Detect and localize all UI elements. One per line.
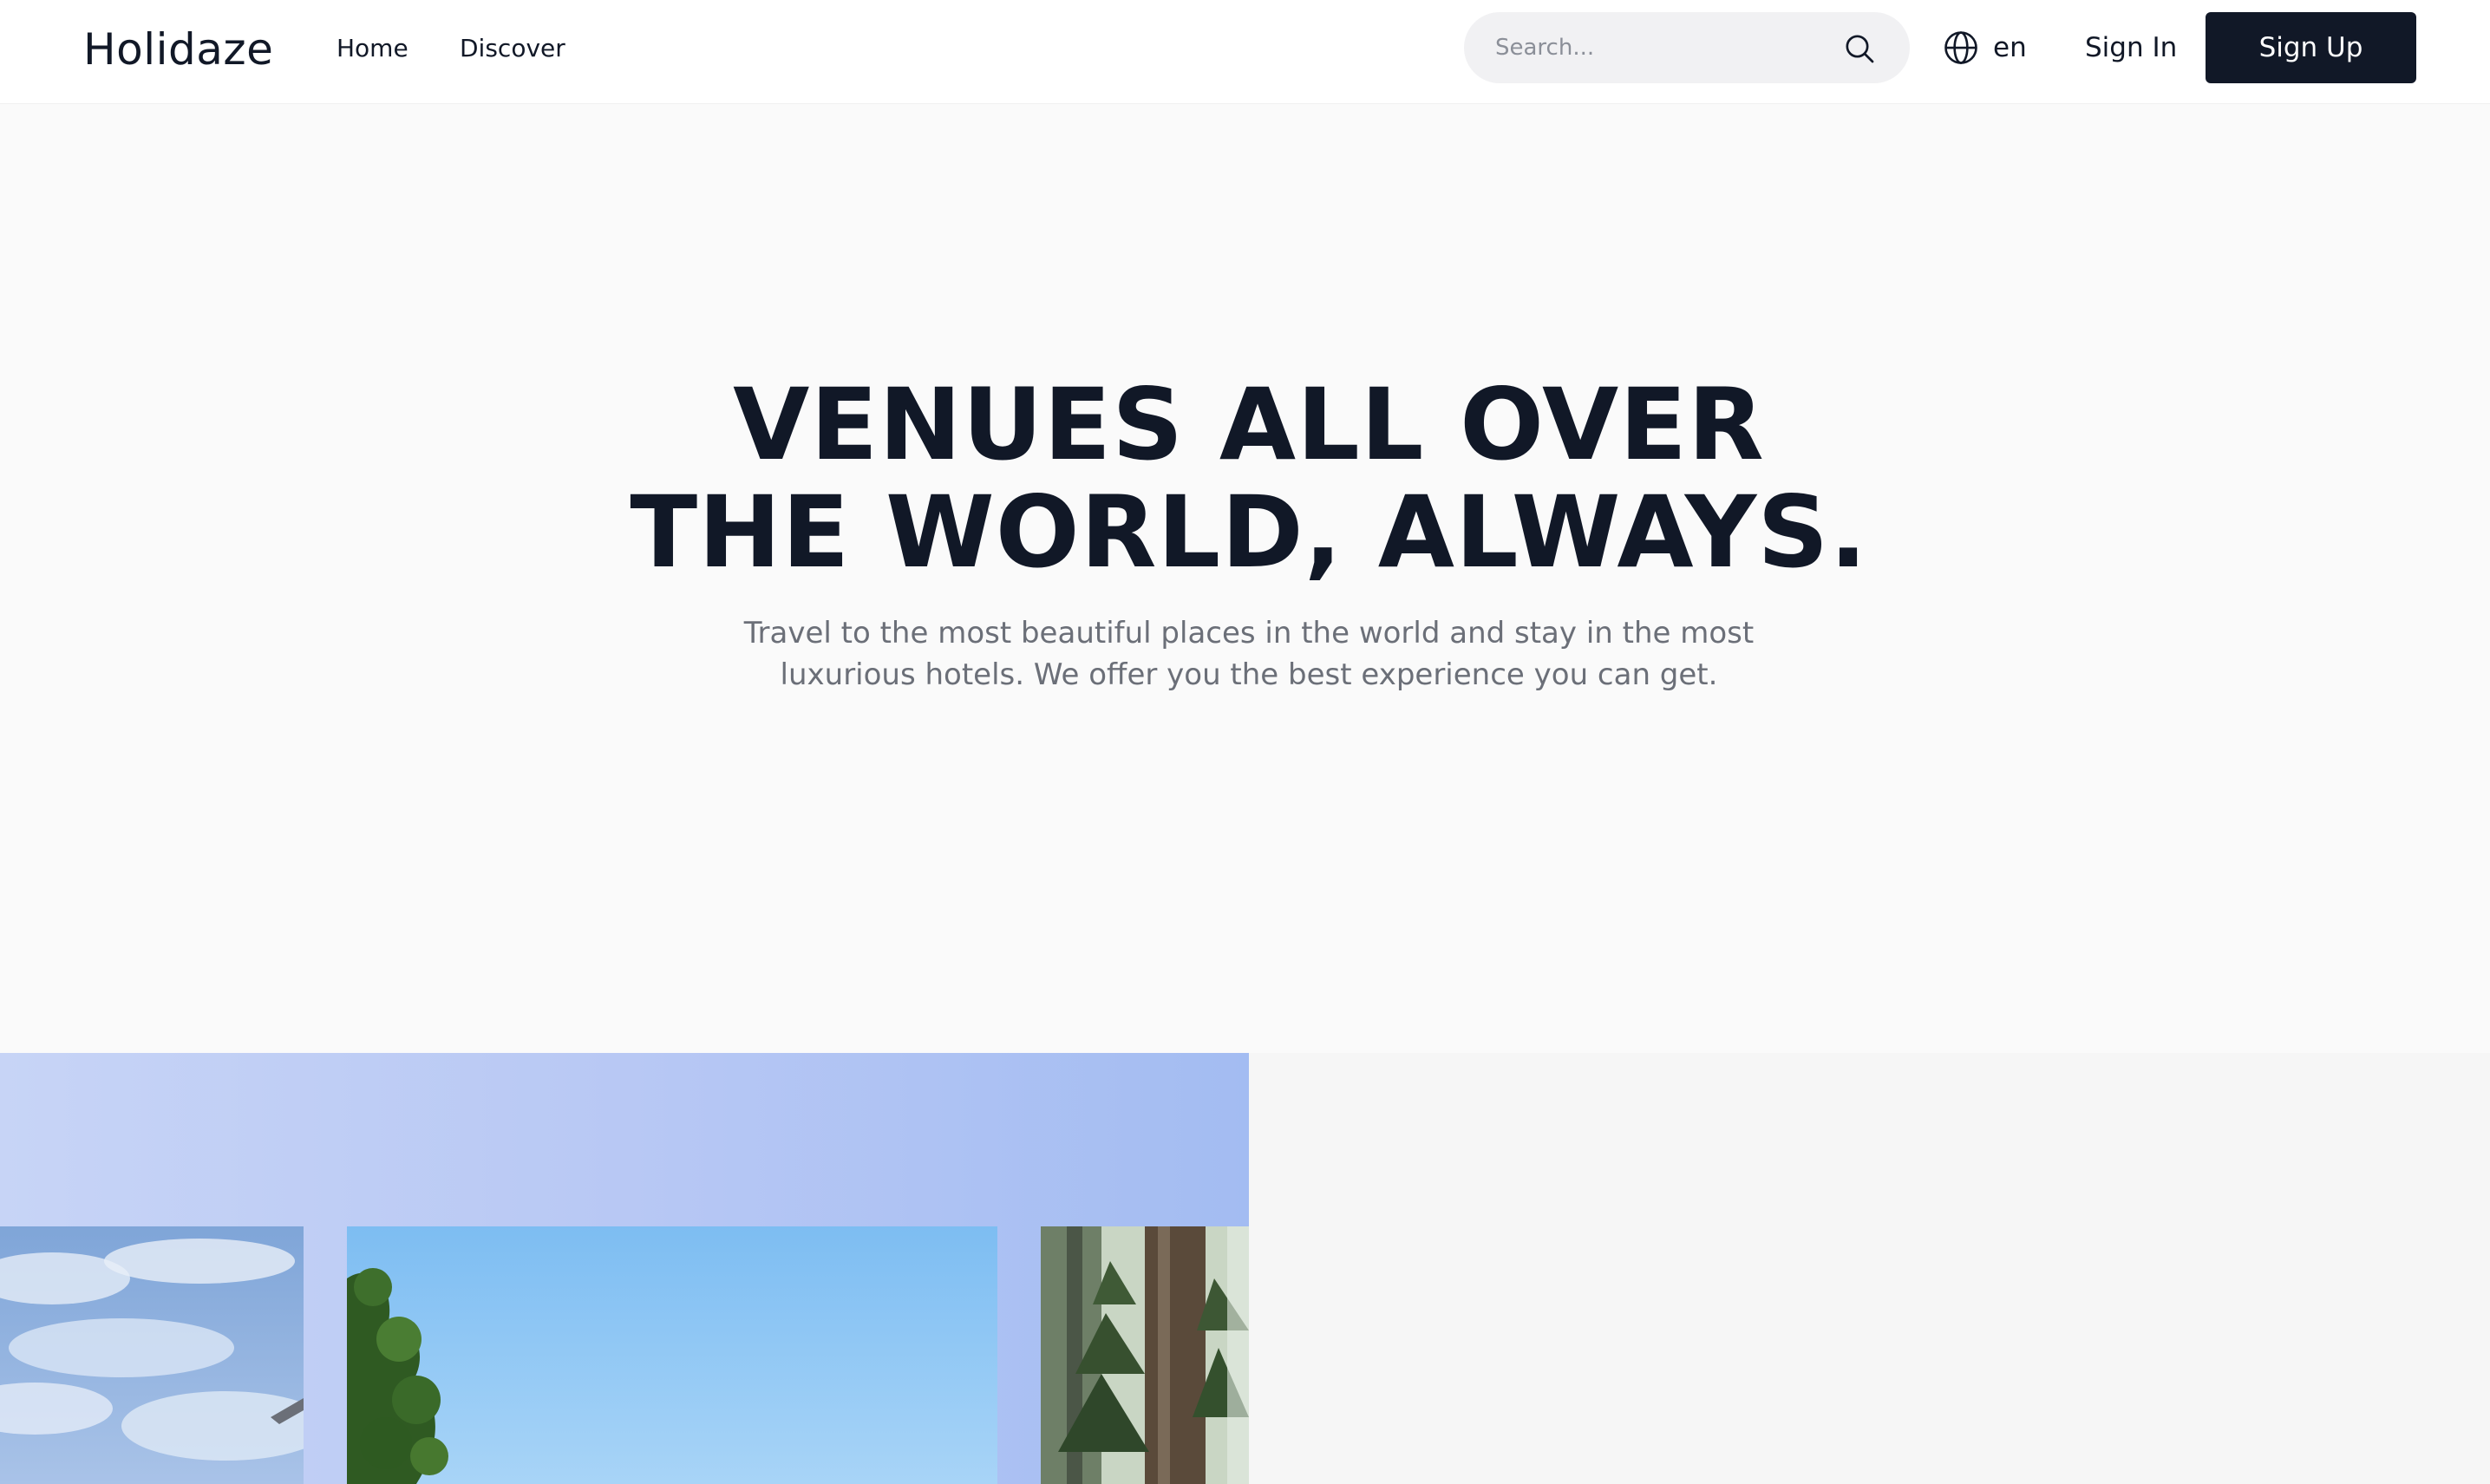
sign-in-link[interactable]: Sign In [2085,26,2177,69]
top-navbar: Holidaze Home Discover en Sign In Sign U… [0,0,2490,104]
sign-up-button[interactable]: Sign Up [2206,12,2416,83]
search-icon[interactable] [1842,31,1877,66]
gallery-image-sky[interactable] [0,1226,304,1484]
language-label: en [1993,32,2027,63]
globe-icon [1944,31,1977,64]
hero-subtitle-line-1: Travel to the most beautiful places in t… [743,616,1755,650]
gallery-side-panel [1249,1053,2490,1484]
hero-title-line-1: VENUES ALL OVER [733,367,1765,482]
hero-title: VENUES ALL OVER THE WORLD, ALWAYS. [434,371,2064,586]
nav-home-link[interactable]: Home [337,31,408,66]
logo[interactable]: Holidaze [83,19,273,80]
hero-subtitle-line-2: luxurious hotels. We offer you the best … [780,657,1718,692]
language-selector[interactable]: en [1943,27,2027,69]
gallery-image-trees[interactable] [347,1226,997,1484]
hero-subtitle: Travel to the most beautiful places in t… [637,612,1860,696]
hero-title-line-2: THE WORLD, ALWAYS. [630,474,1868,590]
search-bar [1464,12,1910,83]
search-input[interactable] [1493,26,1806,69]
nav-discover-link[interactable]: Discover [460,31,565,66]
venue-gallery [0,1053,1249,1484]
gallery-image-forest[interactable] [1041,1226,1249,1484]
